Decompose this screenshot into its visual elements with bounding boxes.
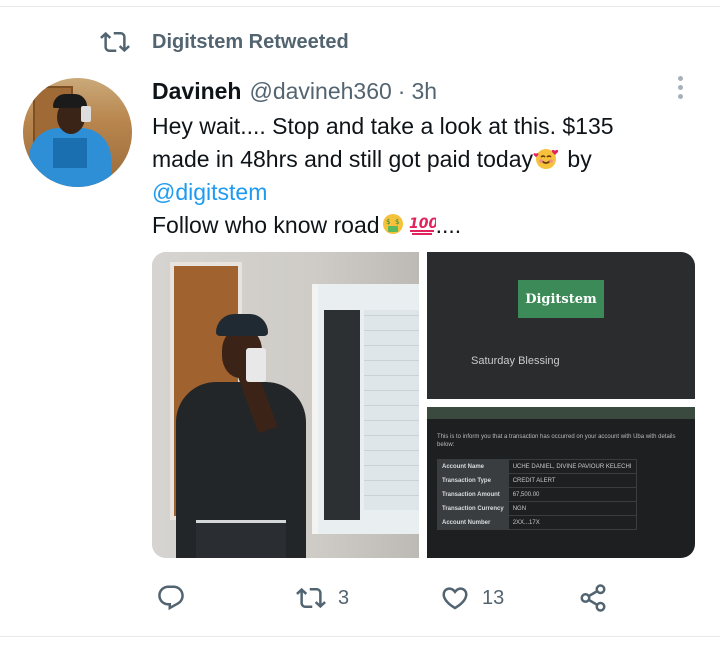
mention-link[interactable]: @digitstem [152, 179, 267, 205]
heart-icon [442, 587, 468, 610]
like-count: 13 [482, 586, 505, 609]
tweet-text: Hey wait.... Stop and take a look at thi… [152, 110, 692, 242]
share-button[interactable] [578, 582, 608, 614]
tweet-header: Davineh @davineh360 · 3h [152, 76, 437, 106]
table-row: Transaction Amount 67,500.00 [437, 487, 637, 502]
like-button[interactable]: 13 [440, 582, 504, 614]
reply-icon [158, 585, 184, 611]
retweet-count: 3 [338, 586, 350, 609]
media-photo-selfie[interactable] [152, 252, 419, 558]
author-handle[interactable]: @davineh360 [249, 78, 391, 105]
blessing-caption: Saturday Blessing [471, 355, 560, 367]
top-divider [0, 6, 720, 7]
table-row: Account Name UCHE DANIEL, DIVINE PAVIOUR … [437, 459, 637, 474]
retweet-context: Digitstem Retweeted [100, 28, 349, 56]
hundred-points-icon: 100 [409, 216, 436, 235]
digitstem-logo: Digitstem [518, 280, 604, 318]
tweet-time[interactable]: 3h [411, 78, 437, 105]
retweet-button[interactable]: 3 [296, 582, 349, 614]
svg-text:100: 100 [409, 216, 436, 232]
more-dots-icon[interactable] [674, 76, 686, 102]
svg-text:$: $ [395, 218, 399, 226]
media-photo-bank-alert[interactable]: This is to inform you that a transaction… [427, 407, 695, 558]
alert-table: Account Name UCHE DANIEL, DIVINE PAVIOUR … [437, 459, 637, 530]
retweet-icon [296, 587, 326, 609]
media-photo-blessing[interactable]: Digitstem Saturday Blessing [427, 252, 695, 399]
tweet-line: @digitstem [152, 176, 692, 209]
separator-dot: · [397, 77, 406, 104]
reply-button[interactable] [156, 582, 186, 614]
svg-text:$: $ [386, 218, 390, 226]
media-grid: Digitstem Saturday Blessing This is to i… [152, 252, 695, 558]
bottom-divider [0, 636, 720, 637]
tweet-line: Follow who know road $ $ 100 .... [152, 212, 462, 238]
table-row: Account Number 2XX...17X [437, 515, 637, 530]
tweet-line: made in 48hrs and still got paid today b… [152, 146, 592, 172]
retweet-icon [100, 31, 130, 53]
avatar[interactable] [23, 78, 132, 187]
table-row: Transaction Currency NGN [437, 501, 637, 516]
alert-intro: This is to inform you that a transaction… [437, 434, 676, 448]
table-row: Transaction Type CREDIT ALERT [437, 473, 637, 488]
tweet-actions: 3 13 [150, 578, 630, 618]
money-mouth-face-icon: $ $ [382, 214, 403, 234]
author-name[interactable]: Davineh [152, 78, 241, 105]
smiling-face-with-hearts-icon [533, 149, 559, 169]
share-icon [580, 584, 606, 612]
tweet-line: Hey wait.... Stop and take a look at thi… [152, 113, 614, 139]
retweet-label[interactable]: Digitstem Retweeted [152, 31, 349, 54]
